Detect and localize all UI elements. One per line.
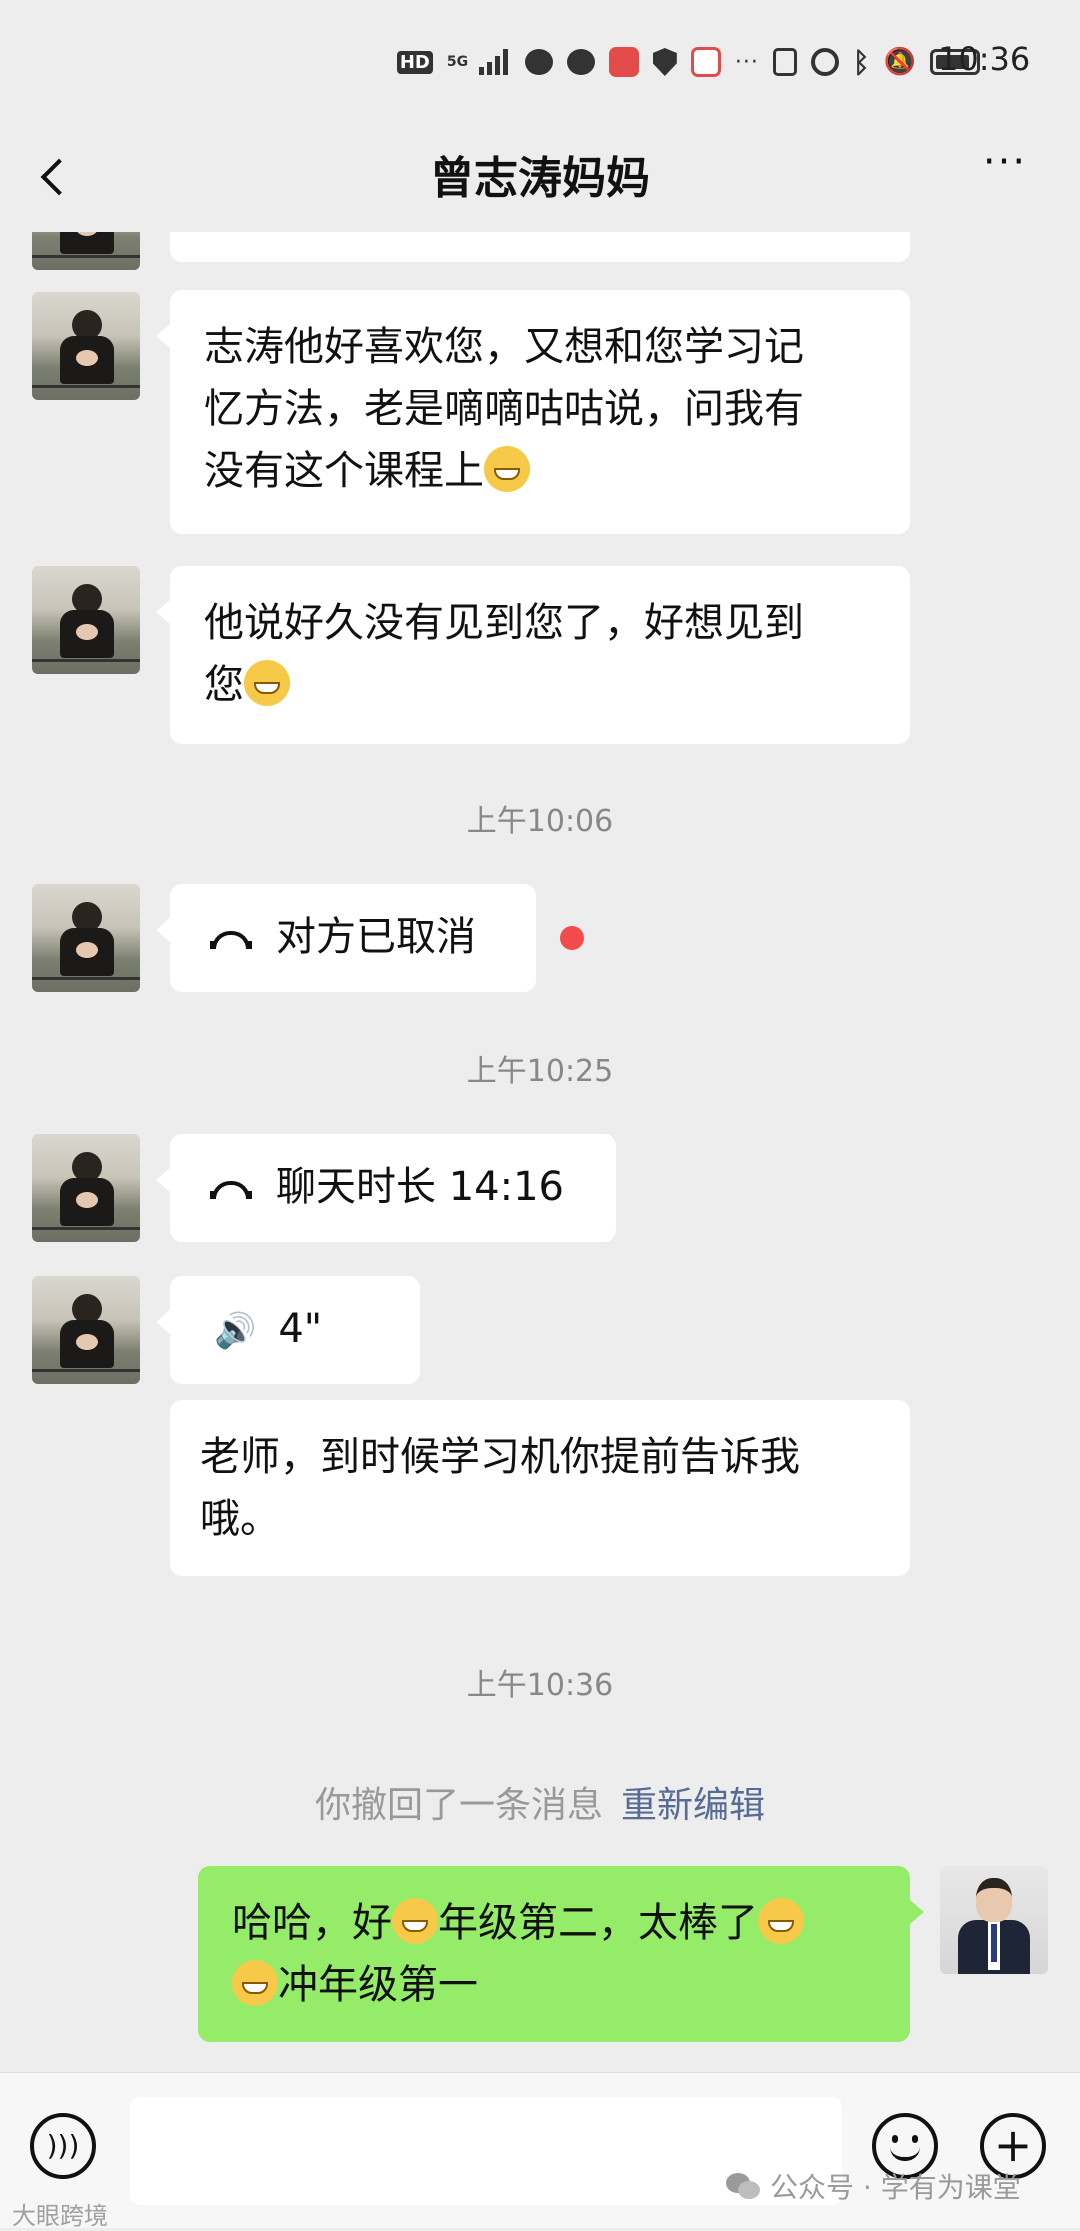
message-timestamp: 上午10:36 xyxy=(466,1668,614,1703)
phone-hangup-icon xyxy=(208,927,254,951)
alarm-icon xyxy=(810,48,839,76)
more-options-icon[interactable]: ··· xyxy=(970,142,1040,202)
shield-icon xyxy=(652,48,677,76)
watermark-text: 公众号 · 学有为课堂 xyxy=(770,2171,1021,2204)
contact-avatar[interactable] xyxy=(32,232,140,270)
call-status: 对方已取消 xyxy=(276,914,476,960)
contact-avatar[interactable] xyxy=(32,566,140,674)
message-text-line: 冲年级第一 xyxy=(232,1954,876,2016)
message-text: 您 xyxy=(204,662,244,708)
message-bubble-incoming[interactable]: 他说好久没有见到您了，好想见到 您 xyxy=(156,566,910,744)
recall-notice: 你撤回了一条消息 重新编辑 xyxy=(0,1776,1080,1828)
message-text: 哈哈，好 xyxy=(232,1900,392,1946)
network-type-icon: 5G xyxy=(446,54,469,70)
book-app-icon xyxy=(690,47,721,77)
voice-input-icon[interactable]: ))) xyxy=(30,2113,96,2179)
message-text-line: 哦。 xyxy=(200,1496,280,1542)
thinking-emoji-icon xyxy=(484,446,530,492)
re-edit-link[interactable]: 重新编辑 xyxy=(621,1785,765,1826)
chat-header: 曾志涛妈妈 ··· xyxy=(0,120,1080,232)
status-time: 10:36 xyxy=(938,40,1031,78)
nfc-icon xyxy=(772,48,797,76)
chat-title: 曾志涛妈妈 xyxy=(430,153,650,204)
app-notification-icon xyxy=(608,47,639,77)
message-text-line: 您 xyxy=(204,654,876,716)
my-avatar[interactable] xyxy=(940,1866,1048,1974)
call-duration: 聊天时长 14:16 xyxy=(276,1164,564,1210)
message-text-line: 没有这个课程上 xyxy=(204,440,876,502)
message-text-line: 哈哈，好 年级第二，太棒了 xyxy=(232,1892,876,1954)
wechat-notification-icon xyxy=(566,49,595,75)
status-bar: HD 5G ··· ᛒ 🔕 10:36 xyxy=(0,0,1080,120)
contact-avatar[interactable] xyxy=(32,1134,140,1242)
message-timestamp: 上午10:25 xyxy=(466,1054,614,1089)
chat-messages[interactable]: 志涛他好喜欢您，又想和您学习记 忆方法，老是嘀嘀咕咕说，问我有 没有这个课程上 … xyxy=(0,232,1080,2072)
contact-avatar[interactable] xyxy=(32,292,140,400)
message-text-line: 老师，到时候学习机你提前告诉我 xyxy=(200,1434,800,1480)
voice-message-bubble[interactable]: 🔊 4" xyxy=(156,1276,420,1384)
message-text: 没有这个课程上 xyxy=(204,448,484,494)
watermark-wechat: 公众号 · 学有为课堂 xyxy=(726,2166,1021,2206)
grin-emoji-icon xyxy=(244,660,290,706)
message-timestamp: 上午10:06 xyxy=(466,804,614,839)
wechat-logo-icon xyxy=(726,2173,762,2199)
message-bubble-incoming[interactable]: 志涛他好喜欢您，又想和您学习记 忆方法，老是嘀嘀咕咕说，问我有 没有这个课程上 xyxy=(156,290,910,534)
contact-avatar[interactable] xyxy=(32,1276,140,1384)
hd-icon: HD xyxy=(396,50,433,74)
message-bubble-incoming[interactable]: 老师，到时候学习机你提前告诉我 哦。 xyxy=(170,1400,910,1576)
message-text-line: 忆方法，老是嘀嘀咕咕说，问我有 xyxy=(204,386,804,432)
mute-bell-icon: 🔕 xyxy=(883,47,916,77)
call-record-bubble[interactable]: 对方已取消 xyxy=(156,884,536,992)
voice-wave-icon: 🔊 xyxy=(214,1311,257,1351)
more-notifications-icon: ··· xyxy=(734,49,759,75)
call-record-bubble[interactable]: 聊天时长 14:16 xyxy=(156,1134,616,1242)
message-text: 年级第二，太棒了 xyxy=(438,1900,758,1946)
contact-avatar[interactable] xyxy=(32,884,140,992)
unread-dot xyxy=(560,926,584,950)
voice-duration: 4" xyxy=(278,1306,323,1352)
message-notification-icon xyxy=(524,49,553,75)
message-bubble-outgoing[interactable]: 哈哈，好 年级第二，太棒了 冲年级第一 xyxy=(198,1866,924,2042)
666-emoji-icon xyxy=(758,1898,804,1944)
recall-text: 你撤回了一条消息 xyxy=(314,1785,603,1826)
signal-icon xyxy=(478,49,511,75)
666-emoji-icon xyxy=(232,1960,278,2006)
message-bubble-partial[interactable] xyxy=(170,232,910,262)
watermark-corner: 大眼跨境 xyxy=(12,2202,108,2230)
grin-emoji-icon xyxy=(392,1898,438,1944)
status-icons: HD 5G ··· ᛒ 🔕 xyxy=(396,42,980,82)
message-text: 冲年级第一 xyxy=(278,1962,478,2008)
message-text-line: 志涛他好喜欢您，又想和您学习记 xyxy=(204,324,804,370)
bluetooth-icon: ᛒ xyxy=(852,45,870,79)
phone-hangup-icon xyxy=(208,1177,254,1201)
message-text-line: 他说好久没有见到您了，好想见到 xyxy=(204,600,804,646)
